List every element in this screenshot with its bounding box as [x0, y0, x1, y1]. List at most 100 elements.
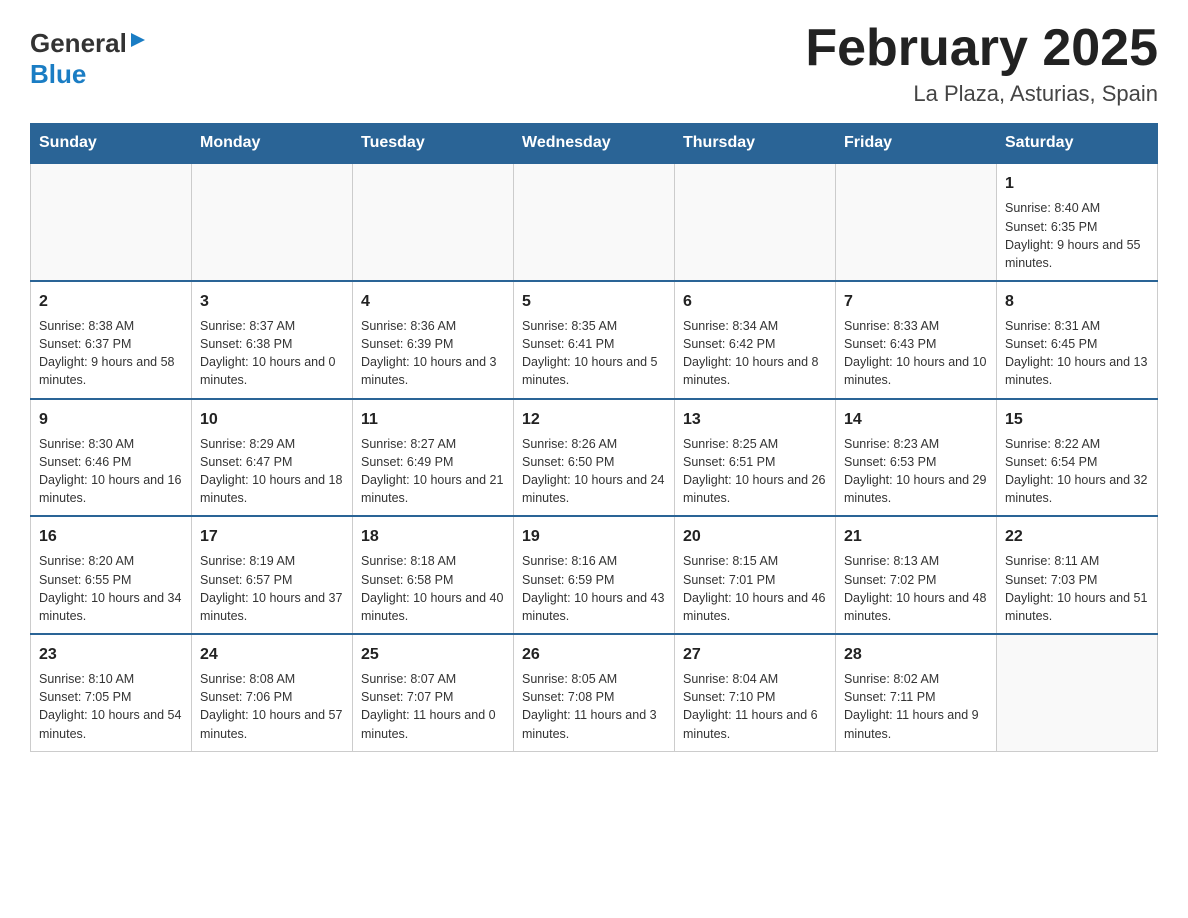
day-number: 18	[361, 525, 505, 548]
day-number: 9	[39, 408, 183, 431]
day-number: 6	[683, 290, 827, 313]
day-info: Sunrise: 8:08 AM Sunset: 7:06 PM Dayligh…	[200, 670, 344, 743]
day-number: 16	[39, 525, 183, 548]
calendar-cell: 16 Sunrise: 8:20 AM Sunset: 6:55 PM Dayli…	[31, 516, 192, 634]
day-number: 20	[683, 525, 827, 548]
calendar-cell: 4 Sunrise: 8:36 AM Sunset: 6:39 PM Daylig…	[353, 281, 514, 399]
day-info: Sunrise: 8:20 AM Sunset: 6:55 PM Dayligh…	[39, 552, 183, 625]
day-number: 15	[1005, 408, 1149, 431]
calendar-cell	[675, 163, 836, 281]
weekday-header-monday: Monday	[192, 124, 353, 164]
day-number: 14	[844, 408, 988, 431]
calendar-cell: 2 Sunrise: 8:38 AM Sunset: 6:37 PM Daylig…	[31, 281, 192, 399]
calendar-cell: 27 Sunrise: 8:04 AM Sunset: 7:10 PM Dayli…	[675, 634, 836, 751]
day-number: 2	[39, 290, 183, 313]
calendar-week-row: 2 Sunrise: 8:38 AM Sunset: 6:37 PM Daylig…	[31, 281, 1158, 399]
day-info: Sunrise: 8:16 AM Sunset: 6:59 PM Dayligh…	[522, 552, 666, 625]
day-info: Sunrise: 8:23 AM Sunset: 6:53 PM Dayligh…	[844, 435, 988, 508]
day-number: 19	[522, 525, 666, 548]
calendar-cell	[353, 163, 514, 281]
calendar-cell: 15 Sunrise: 8:22 AM Sunset: 6:54 PM Dayli…	[997, 399, 1158, 517]
calendar-cell	[31, 163, 192, 281]
calendar-cell: 3 Sunrise: 8:37 AM Sunset: 6:38 PM Daylig…	[192, 281, 353, 399]
day-number: 28	[844, 643, 988, 666]
day-number: 13	[683, 408, 827, 431]
calendar-cell: 28 Sunrise: 8:02 AM Sunset: 7:11 PM Dayli…	[836, 634, 997, 751]
day-info: Sunrise: 8:38 AM Sunset: 6:37 PM Dayligh…	[39, 317, 183, 390]
day-info: Sunrise: 8:36 AM Sunset: 6:39 PM Dayligh…	[361, 317, 505, 390]
day-number: 24	[200, 643, 344, 666]
calendar-cell: 12 Sunrise: 8:26 AM Sunset: 6:50 PM Dayli…	[514, 399, 675, 517]
day-info: Sunrise: 8:10 AM Sunset: 7:05 PM Dayligh…	[39, 670, 183, 743]
weekday-header-thursday: Thursday	[675, 124, 836, 164]
calendar-cell: 19 Sunrise: 8:16 AM Sunset: 6:59 PM Dayli…	[514, 516, 675, 634]
calendar-cell	[836, 163, 997, 281]
title-area: February 2025 La Plaza, Asturias, Spain	[805, 20, 1158, 107]
logo-general-text: General	[30, 28, 127, 59]
header: General Blue February 2025 La Plaza, Ast…	[30, 20, 1158, 107]
day-number: 12	[522, 408, 666, 431]
day-info: Sunrise: 8:26 AM Sunset: 6:50 PM Dayligh…	[522, 435, 666, 508]
calendar-cell	[997, 634, 1158, 751]
calendar-cell: 13 Sunrise: 8:25 AM Sunset: 6:51 PM Dayli…	[675, 399, 836, 517]
day-info: Sunrise: 8:11 AM Sunset: 7:03 PM Dayligh…	[1005, 552, 1149, 625]
calendar-cell: 10Sunrise: 8:29 AM Sunset: 6:47 PM Dayli…	[192, 399, 353, 517]
calendar-subtitle: La Plaza, Asturias, Spain	[805, 81, 1158, 107]
day-number: 17	[200, 525, 344, 548]
day-number: 3	[200, 290, 344, 313]
day-number: 27	[683, 643, 827, 666]
day-number: 25	[361, 643, 505, 666]
calendar-week-row: 9 Sunrise: 8:30 AM Sunset: 6:46 PM Daylig…	[31, 399, 1158, 517]
logo-arrow-icon	[129, 31, 147, 54]
day-number: 22	[1005, 525, 1149, 548]
calendar-cell: 6Sunrise: 8:34 AM Sunset: 6:42 PM Daylig…	[675, 281, 836, 399]
calendar-week-row: 1 Sunrise: 8:40 AM Sunset: 6:35 PM Daylig…	[31, 163, 1158, 281]
calendar-cell: 14 Sunrise: 8:23 AM Sunset: 6:53 PM Dayli…	[836, 399, 997, 517]
weekday-header-sunday: Sunday	[31, 124, 192, 164]
day-number: 1	[1005, 172, 1149, 195]
day-number: 4	[361, 290, 505, 313]
calendar-cell	[192, 163, 353, 281]
day-number: 11	[361, 408, 505, 431]
weekday-header-wednesday: Wednesday	[514, 124, 675, 164]
weekday-header-friday: Friday	[836, 124, 997, 164]
calendar-cell: 23 Sunrise: 8:10 AM Sunset: 7:05 PM Dayli…	[31, 634, 192, 751]
calendar-cell: 26 Sunrise: 8:05 AM Sunset: 7:08 PM Dayli…	[514, 634, 675, 751]
weekday-header-saturday: Saturday	[997, 124, 1158, 164]
day-info: Sunrise: 8:19 AM Sunset: 6:57 PM Dayligh…	[200, 552, 344, 625]
day-info: Sunrise: 8:05 AM Sunset: 7:08 PM Dayligh…	[522, 670, 666, 743]
day-info: Sunrise: 8:30 AM Sunset: 6:46 PM Dayligh…	[39, 435, 183, 508]
day-number: 26	[522, 643, 666, 666]
logo: General Blue	[30, 20, 147, 90]
day-info: Sunrise: 8:22 AM Sunset: 6:54 PM Dayligh…	[1005, 435, 1149, 508]
calendar-cell: 25 Sunrise: 8:07 AM Sunset: 7:07 PM Dayli…	[353, 634, 514, 751]
calendar-cell	[514, 163, 675, 281]
calendar-cell: 21 Sunrise: 8:13 AM Sunset: 7:02 PM Dayli…	[836, 516, 997, 634]
day-info: Sunrise: 8:18 AM Sunset: 6:58 PM Dayligh…	[361, 552, 505, 625]
day-info: Sunrise: 8:02 AM Sunset: 7:11 PM Dayligh…	[844, 670, 988, 743]
day-info: Sunrise: 8:25 AM Sunset: 6:51 PM Dayligh…	[683, 435, 827, 508]
calendar-table: SundayMondayTuesdayWednesdayThursdayFrid…	[30, 123, 1158, 751]
day-info: Sunrise: 8:37 AM Sunset: 6:38 PM Dayligh…	[200, 317, 344, 390]
calendar-cell: 9 Sunrise: 8:30 AM Sunset: 6:46 PM Daylig…	[31, 399, 192, 517]
day-info: Sunrise: 8:40 AM Sunset: 6:35 PM Dayligh…	[1005, 199, 1149, 272]
day-number: 8	[1005, 290, 1149, 313]
calendar-cell: 11Sunrise: 8:27 AM Sunset: 6:49 PM Dayli…	[353, 399, 514, 517]
day-number: 23	[39, 643, 183, 666]
day-number: 5	[522, 290, 666, 313]
day-info: Sunrise: 8:33 AM Sunset: 6:43 PM Dayligh…	[844, 317, 988, 390]
calendar-cell: 17 Sunrise: 8:19 AM Sunset: 6:57 PM Dayli…	[192, 516, 353, 634]
calendar-cell: 7 Sunrise: 8:33 AM Sunset: 6:43 PM Daylig…	[836, 281, 997, 399]
calendar-cell: 1 Sunrise: 8:40 AM Sunset: 6:35 PM Daylig…	[997, 163, 1158, 281]
logo-blue-text: Blue	[30, 59, 86, 90]
weekday-header-tuesday: Tuesday	[353, 124, 514, 164]
day-number: 7	[844, 290, 988, 313]
day-info: Sunrise: 8:13 AM Sunset: 7:02 PM Dayligh…	[844, 552, 988, 625]
day-info: Sunrise: 8:07 AM Sunset: 7:07 PM Dayligh…	[361, 670, 505, 743]
day-number: 21	[844, 525, 988, 548]
weekday-header-row: SundayMondayTuesdayWednesdayThursdayFrid…	[31, 124, 1158, 164]
day-info: Sunrise: 8:29 AM Sunset: 6:47 PM Dayligh…	[200, 435, 344, 508]
day-info: Sunrise: 8:04 AM Sunset: 7:10 PM Dayligh…	[683, 670, 827, 743]
calendar-week-row: 23 Sunrise: 8:10 AM Sunset: 7:05 PM Dayli…	[31, 634, 1158, 751]
calendar-cell: 8Sunrise: 8:31 AM Sunset: 6:45 PM Daylig…	[997, 281, 1158, 399]
